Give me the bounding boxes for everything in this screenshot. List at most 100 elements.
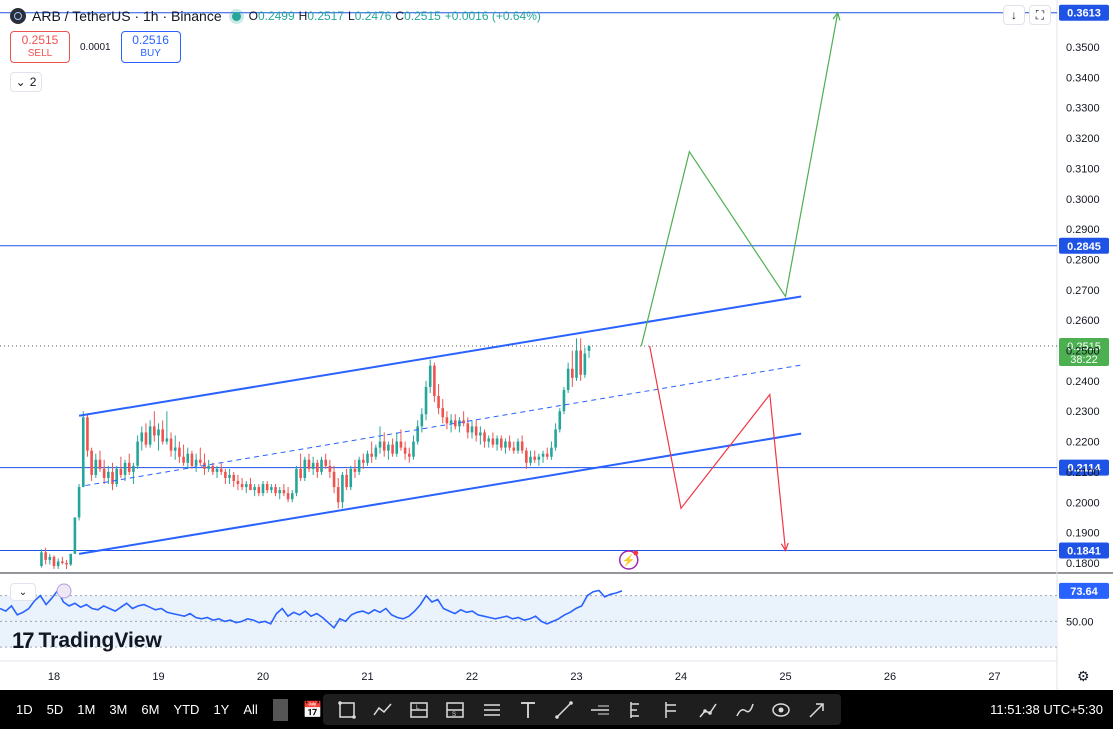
fib-retracement-tool-icon[interactable] <box>625 699 647 721</box>
chevron-down-icon: ⌄ <box>15 75 26 89</box>
x-tick-label: 20 <box>257 671 269 683</box>
indicator-count: 2 <box>29 75 37 89</box>
buy-button[interactable]: 0.2516 BUY <box>120 31 181 63</box>
level-price-label: 0.3613 <box>1067 8 1101 20</box>
svg-text:S: S <box>452 712 456 718</box>
candle-body <box>94 459 98 475</box>
candle-body <box>387 444 390 451</box>
x-tick-label: 21 <box>361 671 373 683</box>
trend-line-tool-icon[interactable] <box>553 699 575 721</box>
candle-body <box>320 459 323 472</box>
symbol-title[interactable]: ARB / TetherUS · 1h · Binance <box>32 8 222 24</box>
y-tick-label: 0.2200 <box>1066 437 1100 449</box>
y-tick-label: 0.3000 <box>1066 194 1100 206</box>
horizontal-ray-tool-icon[interactable] <box>589 699 611 721</box>
range-6m[interactable]: 6M <box>134 702 166 717</box>
symbol-header[interactable]: ARB / TetherUS · 1h · Binance O 0.2499 H0… <box>10 6 545 26</box>
candle-body <box>428 365 432 387</box>
candle-body <box>186 453 190 463</box>
x-tick-label: 27 <box>988 671 1000 683</box>
candle-body <box>491 438 495 445</box>
arrow-tool-icon[interactable] <box>806 699 828 721</box>
candle-body <box>445 417 449 424</box>
candle-body <box>299 468 302 478</box>
channel-upper-line <box>78 295 802 417</box>
candle-body <box>412 441 415 457</box>
bullish-projection-path <box>640 12 839 347</box>
clock-timezone[interactable]: 11:51:38 UTC+5:30 <box>990 690 1103 729</box>
bottom-toolbar: 1D 5D 1M 3M 6M YTD 1Y All 📅 L S 11:51:38… <box>0 690 1113 729</box>
chart-top-right-controls: ↓ ⛶ <box>1003 5 1051 25</box>
candle-body <box>40 552 43 566</box>
candle-body <box>115 468 118 485</box>
trade-panel: 0.2515 SELL 0.0001 0.2516 BUY <box>10 31 181 63</box>
candle-body <box>249 484 252 491</box>
range-1m[interactable]: 1M <box>70 702 102 717</box>
settings-gear-icon[interactable]: ⚙ <box>1077 668 1090 685</box>
candle-body <box>215 468 219 472</box>
fullscreen-icon: ⛶ <box>1035 7 1045 22</box>
candle-body <box>132 465 135 472</box>
rsi-refresh-icon <box>56 583 72 599</box>
candle-body <box>345 474 348 488</box>
parallel-channel-tool-icon[interactable] <box>481 699 503 721</box>
candle-body <box>119 468 123 475</box>
candle-body <box>169 438 173 451</box>
x-tick-label: 25 <box>779 671 791 683</box>
long-position-tool-icon[interactable]: L <box>408 699 430 721</box>
y-tick-label: 0.2800 <box>1066 254 1100 266</box>
candle-body <box>362 459 365 463</box>
download-button[interactable]: ↓ <box>1003 5 1025 25</box>
candle-body <box>44 552 47 560</box>
candle-body <box>341 474 344 503</box>
candle-body <box>537 456 541 460</box>
brush-tool-icon[interactable] <box>734 699 756 721</box>
drawing-tools: L S <box>323 694 841 725</box>
indicators-collapse-button[interactable]: ⌄ 2 <box>10 72 42 92</box>
price-chart[interactable]: 0.36130.28450.21140.18410.251538:22 ⚡ 73… <box>0 0 1113 690</box>
eye-icon[interactable] <box>770 699 792 721</box>
x-tick-label: 19 <box>152 671 164 683</box>
candle-body <box>391 444 394 454</box>
candle-body <box>98 459 102 469</box>
range-all[interactable]: All <box>236 702 264 717</box>
candle-body <box>157 429 160 436</box>
range-ytd[interactable]: YTD <box>166 702 206 717</box>
y-tick-label: 0.2000 <box>1066 497 1100 509</box>
candle-body <box>194 459 198 466</box>
candle-body <box>328 465 332 472</box>
candle-body <box>566 368 570 390</box>
candle-body <box>295 468 298 494</box>
candle-body <box>357 459 361 472</box>
y-tick-label: 0.3100 <box>1066 163 1100 175</box>
short-position-tool-icon[interactable]: S <box>444 699 466 721</box>
market-open-status-icon <box>231 11 241 21</box>
sell-button[interactable]: 0.2515 SELL <box>10 31 70 63</box>
text-tool-icon[interactable] <box>517 699 539 721</box>
rectangle-tool-icon[interactable] <box>336 699 358 721</box>
candle-body <box>65 562 68 565</box>
buy-label: BUY <box>140 48 161 59</box>
y-tick-label: 0.1800 <box>1066 558 1100 570</box>
ohlc-high: 0.2517 <box>307 9 345 23</box>
fullscreen-button[interactable]: ⛶ <box>1029 5 1051 25</box>
range-3m[interactable]: 3M <box>102 702 134 717</box>
rsi-value-label: 73.64 <box>1070 586 1098 598</box>
range-1y[interactable]: 1Y <box>206 702 236 717</box>
candle-body <box>479 432 482 436</box>
range-1d[interactable]: 1D <box>10 702 40 717</box>
candle-body <box>424 386 428 415</box>
chart-area[interactable]: 0.3613 0.2845 0.2114 0.1841 0.2515 38:22 ⚡ 73… <box>0 0 1113 690</box>
y-tick-label: 0.2900 <box>1066 224 1100 236</box>
candle-body <box>487 438 491 442</box>
zigzag-pattern-tool-icon[interactable] <box>372 699 394 721</box>
candle-body <box>437 396 440 409</box>
range-5d[interactable]: 5D <box>40 702 71 717</box>
path-tool-icon[interactable] <box>697 699 719 721</box>
ohlc-close: 0.2515 <box>404 9 441 23</box>
candle-body <box>86 417 89 451</box>
candle-body <box>336 487 340 503</box>
pitchfork-tool-icon[interactable] <box>661 699 683 721</box>
rsi-collapse-button[interactable]: ⌄ <box>10 583 36 601</box>
candle-body <box>244 484 248 488</box>
